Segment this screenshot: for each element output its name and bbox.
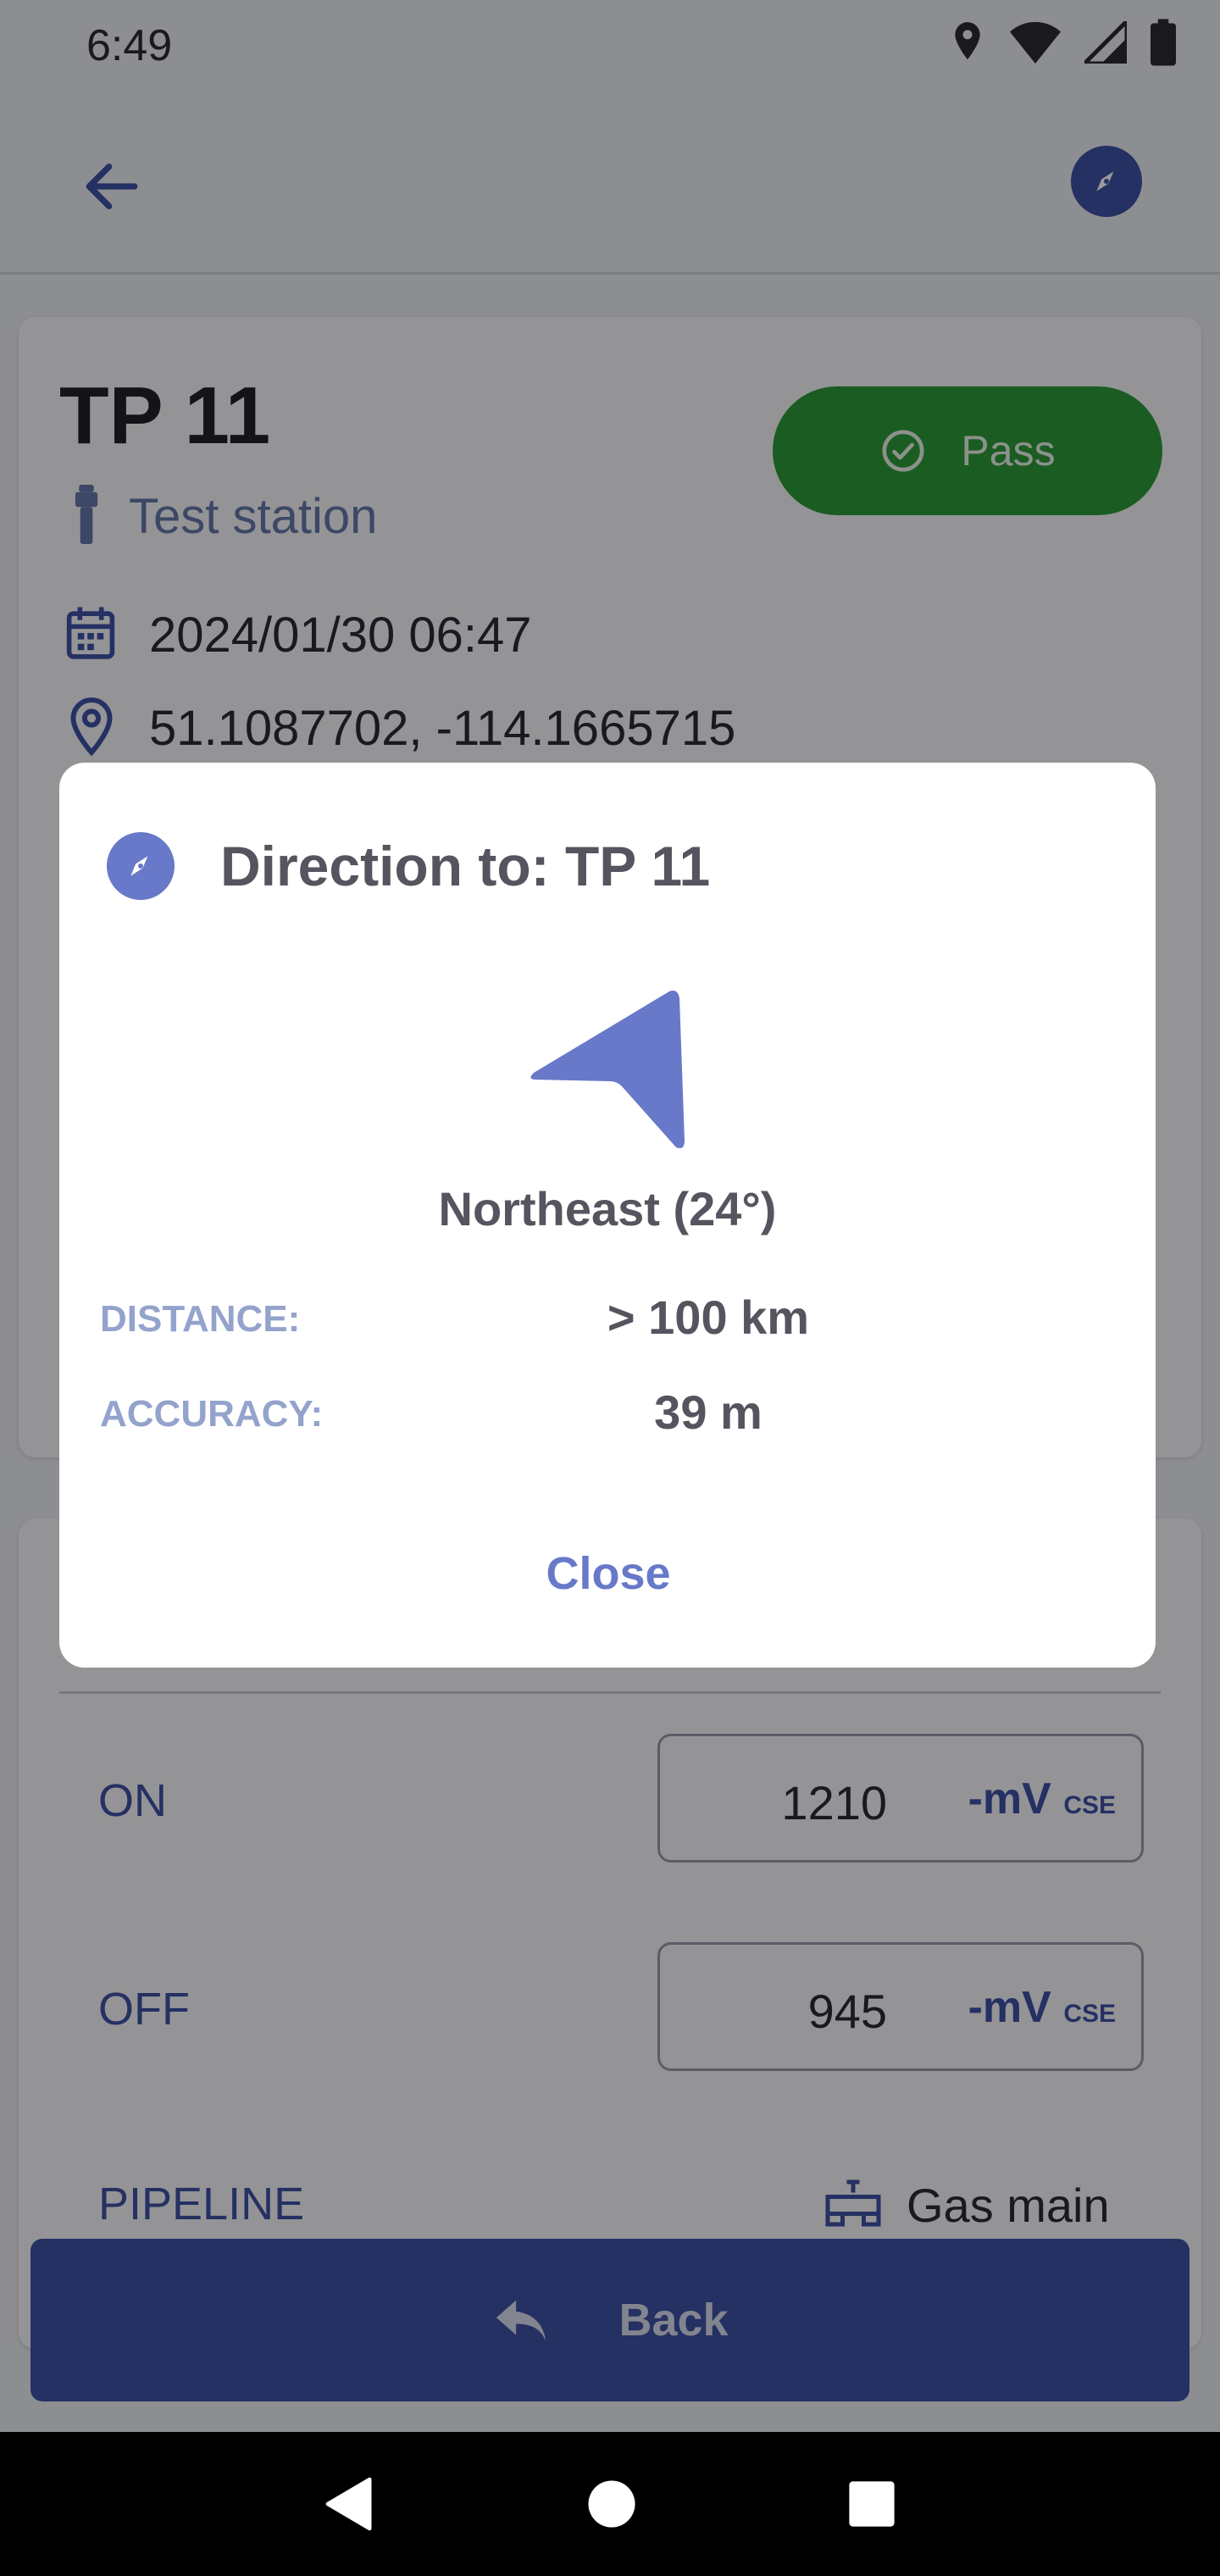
- distance-value: > 100 km: [607, 1291, 810, 1344]
- direction-dialog: Direction to: TP 11 Northeast (24°) DIST…: [59, 763, 1156, 1668]
- dialog-compass-icon: [107, 832, 175, 900]
- direction-text: Northeast (24°): [438, 1182, 777, 1235]
- distance-label: DISTANCE:: [100, 1298, 301, 1340]
- accuracy-label: ACCURACY:: [100, 1393, 324, 1435]
- compass-needle-icon: [130, 856, 148, 876]
- nav-back-icon[interactable]: [324, 2477, 375, 2531]
- direction-arrow-icon: [530, 991, 685, 1148]
- nav-home-icon[interactable]: [587, 2479, 636, 2529]
- dialog-title: Direction to: TP 11: [220, 835, 711, 897]
- system-nav-bar: [0, 2432, 1220, 2576]
- nav-recents-icon[interactable]: [848, 2480, 896, 2528]
- close-button[interactable]: Close: [483, 1527, 734, 1620]
- accuracy-value: 39 m: [654, 1385, 762, 1439]
